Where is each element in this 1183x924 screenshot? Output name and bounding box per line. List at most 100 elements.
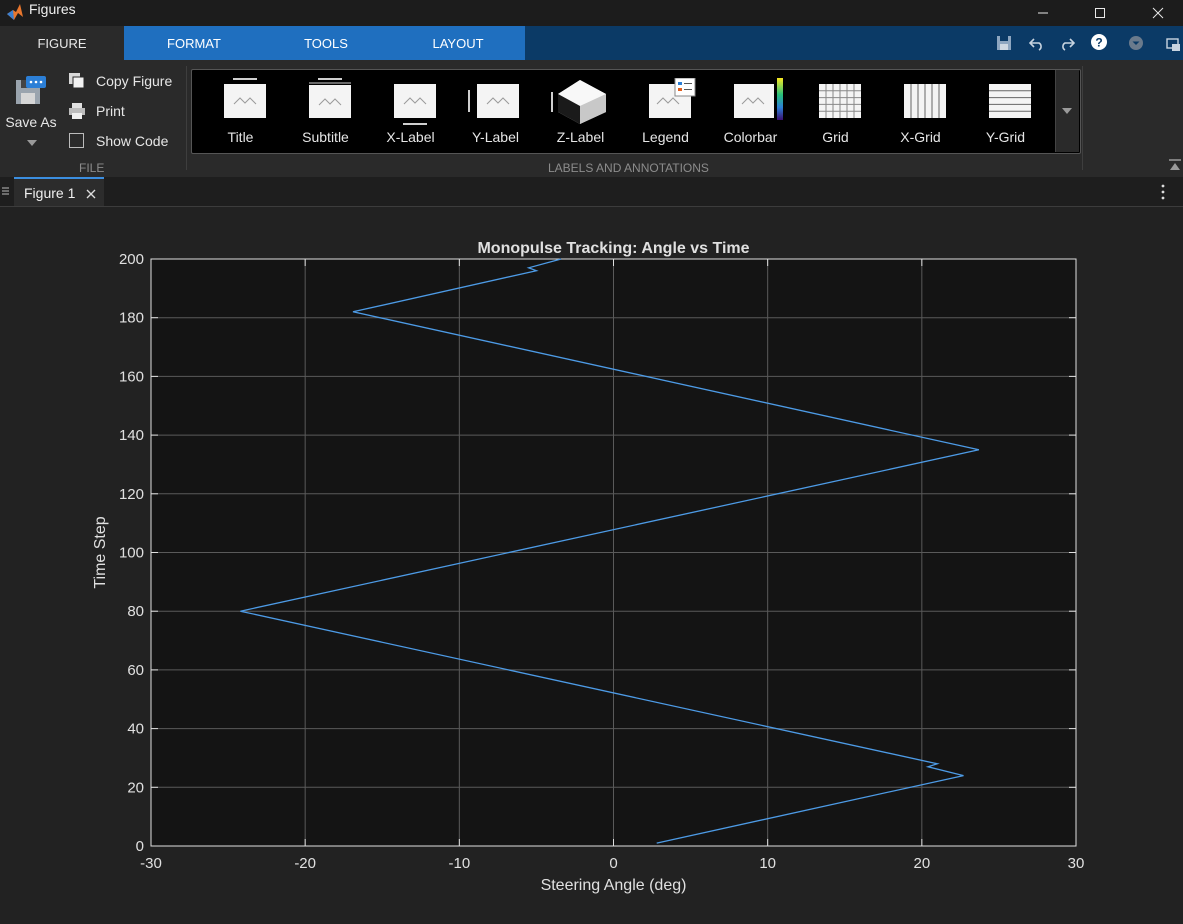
gallery-label-xgrid: X-Grid [900, 129, 941, 145]
x-tick-label: -10 [448, 855, 470, 872]
collapse-up-icon [1169, 159, 1181, 170]
gallery-label-grid: Grid [822, 129, 849, 145]
checkbox-box[interactable] [69, 133, 84, 148]
gallery-label-ylabel: Y-Label [472, 129, 519, 145]
gallery-label-title: Title [227, 129, 254, 145]
ygrid-icon [989, 84, 1031, 118]
labels-section-label: LABELS AND ANNOTATIONS [548, 161, 709, 175]
help-icon: ? [1091, 34, 1107, 50]
chevron-down-icon [1062, 108, 1072, 114]
print-label: Print [96, 103, 125, 119]
tab-figure[interactable]: FIGURE [0, 26, 124, 60]
y-tick-label: 100 [119, 545, 144, 562]
gallery-label-ygrid: Y-Grid [985, 129, 1026, 145]
x-tick-label: 30 [1068, 855, 1085, 872]
redo-icon [1062, 38, 1075, 51]
gallery-item-xgrid[interactable]: X-Grid [878, 70, 963, 153]
x-tick-label: 0 [609, 855, 617, 872]
x-tick-label: 10 [759, 855, 776, 872]
copy-figure-button[interactable]: Copy Figure [68, 71, 184, 93]
x-tick-label: 20 [913, 855, 930, 872]
gallery-item-grid[interactable]: Grid [793, 70, 878, 153]
printer-icon [69, 103, 85, 119]
tab-layout[interactable]: LAYOUT [394, 26, 522, 60]
svg-text:?: ? [1095, 36, 1102, 50]
minimize-icon [1038, 12, 1048, 14]
figure-tab-strip: Figure 1 [0, 177, 1183, 207]
gallery-label-xlabel: X-Label [386, 129, 435, 145]
collapse-ribbon-button[interactable] [1168, 158, 1182, 172]
chevron-down-icon [27, 140, 37, 146]
window-title: Figures [29, 1, 76, 17]
title-icon [224, 78, 266, 118]
xgrid-icon [904, 84, 946, 118]
figure-options-button[interactable] [1158, 183, 1168, 201]
chevron-down-circle-icon [1129, 36, 1143, 50]
show-code-label: Show Code [96, 133, 169, 149]
matlab-logo-icon [7, 4, 23, 20]
tab-list-button[interactable] [2, 185, 10, 197]
legend-icon [649, 78, 696, 118]
section-divider [1082, 66, 1083, 170]
gallery-label-subtitle: Subtitle [302, 129, 349, 145]
gallery-expand-button[interactable] [1055, 70, 1079, 152]
maximize-icon [1095, 8, 1105, 18]
gallery-label-legend: Legend [642, 129, 689, 145]
save-as-button[interactable]: Save As [2, 74, 60, 154]
gallery-item-subtitle[interactable]: Subtitle [283, 70, 368, 153]
colorbar-icon [734, 78, 783, 120]
gallery-item-ylabel[interactable]: Y-Label [453, 70, 538, 153]
close-window-button[interactable] [1135, 0, 1181, 26]
tab-tools[interactable]: TOOLS [263, 26, 389, 60]
y-tick-label: 160 [119, 368, 144, 385]
tab-figure-1[interactable]: Figure 1 [14, 177, 104, 206]
y-axis-label: Time Step [92, 516, 109, 588]
y-tick-label: 0 [136, 838, 144, 855]
show-code-checkbox[interactable]: Show Code [68, 131, 184, 153]
gallery-item-xlabel[interactable]: X-Label [368, 70, 453, 153]
ribbon-options-button[interactable] [1126, 33, 1146, 53]
save-as-icon [16, 76, 46, 104]
dock-icon [1166, 38, 1180, 51]
section-divider [186, 66, 187, 170]
redo-button[interactable] [1057, 33, 1077, 53]
save-icon [997, 36, 1011, 50]
gallery-label-colorbar: Colorbar [723, 129, 778, 145]
x-tick-label: -20 [294, 855, 316, 872]
title-bar: Figures [0, 0, 1183, 26]
copy-icon [69, 73, 85, 89]
gallery-item-ygrid[interactable]: Y-Grid [963, 70, 1048, 153]
icon-bg [989, 84, 1031, 118]
save-as-label: Save As [5, 114, 57, 130]
y-tick-label: 80 [127, 603, 144, 620]
quick-save-button[interactable] [994, 33, 1014, 53]
undo-button[interactable] [1027, 33, 1047, 53]
gallery-item-zlabel[interactable]: Z-Label [538, 70, 623, 153]
file-section-label: FILE [79, 161, 105, 175]
minimize-button[interactable] [1020, 0, 1066, 26]
y-tick-label: 180 [119, 310, 144, 327]
y-tick-label: 140 [119, 427, 144, 444]
maximize-button[interactable] [1077, 0, 1123, 26]
tab-format[interactable]: FORMAT [131, 26, 257, 60]
dock-button[interactable] [1163, 34, 1183, 54]
grid-icon [819, 84, 861, 118]
print-button[interactable]: Print [68, 101, 184, 123]
close-icon [1152, 7, 1164, 19]
help-button[interactable]: ? [1089, 32, 1109, 52]
y-tick-label: 120 [119, 486, 144, 503]
labels-gallery: Title Subtitle X-Label Y-Label Z-Label L… [191, 69, 1081, 154]
undo-icon [1029, 38, 1042, 51]
subtitle-icon [309, 78, 351, 118]
zlabel-icon [551, 80, 606, 124]
ribbon-panel: Save As Copy Figure Print Show Code FILE… [0, 60, 1183, 178]
gallery-item-title[interactable]: Title [198, 70, 283, 153]
y-tick-label: 40 [127, 721, 144, 738]
ylabel-icon [468, 84, 519, 118]
figure-canvas[interactable]: -30 -20 -10 0 10 20 30 0 20 40 60 80 100 120 140 160 180… [0, 207, 1183, 924]
close-tab-icon[interactable] [86, 189, 96, 199]
plot-svg[interactable]: -30 -20 -10 0 10 20 30 0 20 40 60 80 100 120 140 160 180… [0, 207, 1183, 924]
gallery-item-colorbar[interactable]: Colorbar [708, 70, 793, 153]
gallery-item-legend[interactable]: Legend [623, 70, 708, 153]
y-tick-label: 20 [127, 779, 144, 796]
